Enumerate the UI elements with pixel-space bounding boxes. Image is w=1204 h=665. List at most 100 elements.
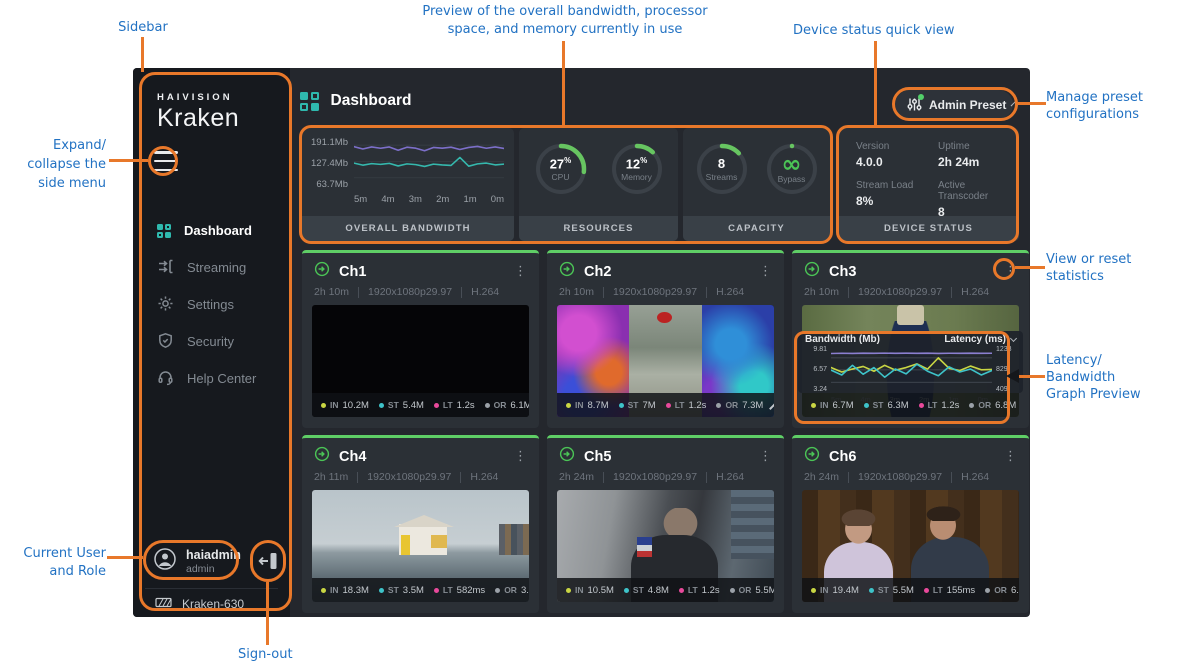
channel-card-ch4[interactable]: Ch4 ⋮ 2h 11m1920x1080p29.97H.264 IN18.3M… [302, 435, 539, 613]
graph-left-axis: 9.816.573.24 [805, 346, 827, 394]
device-name-row: Kraken-630 [155, 597, 244, 611]
x-axis: 5m4m3m2m1m0m [354, 194, 504, 205]
stream-active-icon [314, 261, 330, 282]
channel-name: Ch5 [584, 449, 611, 465]
stream-active-icon [804, 446, 820, 467]
card-caption: RESOURCES [519, 216, 678, 241]
channel-card-ch5[interactable]: Ch5 ⋮ 2h 24m1920x1080p29.97H.264 IN10.5M… [547, 435, 784, 613]
channel-meta: 2h 24m1920x1080p29.97H.264 [792, 467, 1029, 489]
annotation-label-view-reset: View or resetstatistics [1046, 251, 1131, 285]
channel-name: Ch6 [829, 449, 856, 465]
page-title: Dashboard [331, 92, 412, 110]
annotation-label-sidebar: Sidebar [103, 19, 183, 36]
field-label: Stream Load [856, 180, 938, 191]
annotation-line-preset [1018, 102, 1046, 105]
capacity-card: 8Streams ∞Bypass CAPACITY [683, 128, 830, 241]
sidebar-nav: Dashboard Streaming Settings Security He… [133, 212, 290, 397]
channel-card-ch6[interactable]: Ch6 ⋮ 2h 24m1920x1080p29.97H.264 IN19.4M… [792, 435, 1029, 613]
mini-chart [831, 346, 992, 394]
sidebar-item-security[interactable]: Security [133, 323, 290, 360]
kebab-menu-icon[interactable]: ⋮ [514, 451, 527, 463]
annotation-label-latency-graph: Latency/BandwidthGraph Preview [1046, 352, 1141, 403]
annotation-label-device-status: Device status quick view [793, 22, 993, 39]
device-name: Kraken-630 [182, 597, 244, 611]
documentation-page: HAIVISION Kraken Dashboard Streaming Set… [0, 0, 1204, 665]
annotation-label-preview: Preview of the overall bandwidth, proces… [400, 3, 730, 39]
device-icon [155, 597, 172, 611]
collapse-stats-icon[interactable] [769, 403, 774, 410]
annotation-line-user [107, 556, 143, 559]
annotation-line-expand [109, 159, 148, 162]
kebab-menu-icon[interactable]: ⋮ [514, 266, 527, 278]
stream-preview: IN10.5M ST4.8M LT1.2s OR5.5M [557, 490, 774, 602]
nav-label: Streaming [187, 260, 246, 275]
brand-kraken: Kraken [157, 104, 239, 133]
chevron-down-icon[interactable] [1010, 335, 1017, 342]
card-caption: DEVICE STATUS [838, 216, 1019, 241]
sidebar-item-streaming[interactable]: Streaming [133, 249, 290, 286]
y-tick: 191.1Mb [302, 137, 348, 148]
card-caption: CAPACITY [683, 216, 830, 241]
field-label: Uptime [938, 141, 1011, 152]
channel-meta: 2h 10m1920x1080p29.97H.264 [302, 282, 539, 304]
stream-active-icon [804, 261, 820, 282]
nav-label: Settings [187, 297, 234, 312]
channel-meta: 2h 11m1920x1080p29.97H.264 [302, 467, 539, 489]
y-tick: 127.4Mb [302, 158, 348, 169]
cpu-gauge: 27%CPU [533, 141, 589, 197]
kebab-menu-icon[interactable]: ⋮ [1004, 451, 1017, 463]
stream-stats-bar: IN6.7M ST6.3M LT1.2s OR6.8M [802, 393, 1019, 417]
overall-bandwidth-card: 191.1Mb 127.4Mb 63.7Mb 5m4m3m2m1m0m OVER… [302, 128, 514, 241]
annotation-line-device [874, 41, 877, 125]
field-label: Active Transcoder [938, 180, 1011, 202]
sign-out-icon[interactable] [257, 549, 281, 573]
headset-icon [157, 369, 174, 389]
brand-logo: HAIVISION Kraken [157, 92, 239, 133]
annotation-line-signout [266, 582, 269, 645]
channel-card-ch3[interactable]: Ch3 ⋮ 2h 10m1920x1080p29.97H.264 IN6.7M … [792, 250, 1029, 428]
streams-icon [157, 258, 174, 278]
stream-active-icon [559, 446, 575, 467]
channel-card-ch2[interactable]: Ch2 ⋮ 2h 10m1920x1080p29.97H.264 IN8.7M … [547, 250, 784, 428]
annotation-label-manage-preset: Manage presetconfigurations [1046, 89, 1143, 123]
field-label: Version [856, 141, 938, 152]
preset-dropdown-button[interactable]: Admin Preset [895, 90, 1013, 119]
stream-stats-bar: IN18.3M ST3.5M LT582ms OR3.4M [312, 578, 529, 602]
preset-sliders-icon [907, 97, 922, 112]
stream-stats-bar: IN10.5M ST4.8M LT1.2s OR5.5M [557, 578, 774, 602]
stream-stats-bar: IN10.2M ST5.4M LT1.2s OR6.1M [312, 393, 529, 417]
stream-preview: IN18.3M ST3.5M LT582ms OR3.4M [312, 490, 529, 602]
sidebar-item-help-center[interactable]: Help Center [133, 360, 290, 397]
annotation-line-latency [1019, 375, 1045, 378]
current-user[interactable]: haiadmin admin [153, 547, 241, 576]
kebab-menu-icon[interactable]: ⋮ [759, 451, 772, 463]
gear-icon [157, 295, 174, 315]
kebab-menu-icon[interactable]: ⋮ [759, 266, 772, 278]
annotation-arrow-latency [1006, 369, 1019, 383]
user-role: admin [186, 563, 241, 575]
sidebar-item-dashboard[interactable]: Dashboard [133, 212, 290, 249]
nav-label: Security [187, 334, 234, 349]
preset-label: Admin Preset [929, 98, 1006, 112]
stream-stats-bar: IN8.7M ST7M LT1.2s OR7.3M [557, 393, 774, 417]
channel-name: Ch2 [584, 264, 611, 280]
stream-active-icon [314, 446, 330, 467]
channel-meta: 2h 24m1920x1080p29.97H.264 [547, 467, 784, 489]
dashboard-icon [300, 92, 319, 111]
sidebar-divider [145, 588, 278, 589]
menu-toggle-icon[interactable] [154, 151, 178, 171]
channel-meta: 2h 10m1920x1080p29.97H.264 [547, 282, 784, 304]
app-screenshot: HAIVISION Kraken Dashboard Streaming Set… [133, 68, 1030, 617]
sidebar-item-settings[interactable]: Settings [133, 286, 290, 323]
chevron-down-icon [1011, 100, 1017, 106]
channel-name: Ch3 [829, 264, 856, 280]
nav-label: Dashboard [184, 223, 252, 238]
channel-card-ch1[interactable]: Ch1 ⋮ 2h 10m1920x1080p29.97H.264 IN10.2M… [302, 250, 539, 428]
y-tick: 63.7Mb [302, 179, 348, 190]
latency-bandwidth-graph: Bandwidth (Mb) Latency (ms) 9.816.573.24… [798, 331, 1023, 393]
user-avatar-icon [153, 547, 177, 576]
stream-stats-bar: IN19.4M ST5.5M LT155ms OR6.2M [802, 578, 1019, 602]
user-name: haiadmin [186, 548, 241, 562]
streams-gauge: 8Streams [694, 141, 750, 197]
brand-haivision: HAIVISION [157, 92, 239, 103]
